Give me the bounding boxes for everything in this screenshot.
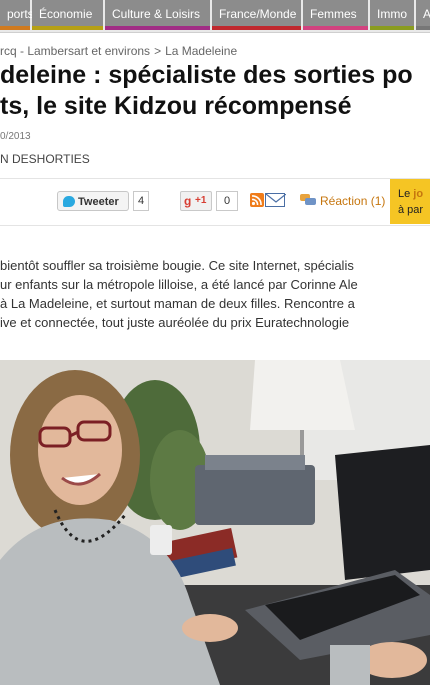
- comment-bubbles-icon: [300, 194, 316, 205]
- share-bar: Tweeter 4 g +1 0 Réaction (1) Le jo à pa…: [0, 178, 430, 226]
- page-title: deleine : spécialiste des sorties po ts,…: [0, 60, 430, 122]
- lead-line-1: bientôt souffler sa troisième bougie. Ce…: [0, 258, 354, 273]
- nav-item-economie[interactable]: Économie: [32, 0, 103, 30]
- tweet-label: Tweeter: [78, 196, 119, 208]
- google-plus-icon: g: [184, 194, 192, 208]
- category-nav: ports Économie Culture & Loisirs France/…: [0, 0, 430, 33]
- gplus-label: +1: [195, 195, 207, 206]
- rss-icon[interactable]: [250, 193, 264, 207]
- promo-line-1: Le: [398, 188, 414, 200]
- breadcrumb-separator: >: [154, 44, 162, 58]
- gplus-count: 0: [216, 191, 238, 211]
- nav-item-france-monde[interactable]: France/Monde: [212, 0, 301, 30]
- lead-line-2: ur enfants sur la métropole lilloise, a …: [0, 277, 358, 292]
- promo-banner[interactable]: Le jo à par: [390, 179, 430, 224]
- breadcrumb-item-lambersart[interactable]: rcq - Lambersart et environs: [0, 44, 150, 58]
- tweet-button[interactable]: Tweeter: [57, 191, 129, 211]
- breadcrumb: rcq - Lambersart et environs > La Madelein…: [0, 44, 237, 58]
- tweet-count: 4: [133, 191, 149, 211]
- nav-item-culture-loisirs[interactable]: Culture & Loisirs: [105, 0, 210, 30]
- article-photo: [0, 360, 430, 685]
- title-line-1: deleine : spécialiste des sorties po: [0, 61, 413, 89]
- nav-item-immo[interactable]: Immo: [370, 0, 414, 30]
- promo-line-2: à par: [398, 204, 424, 216]
- nav-item-sports[interactable]: ports: [0, 0, 34, 30]
- article-lead: bientôt souffler sa troisième bougie. Ce…: [0, 256, 430, 332]
- promo-line-1-bold: jo: [413, 188, 424, 200]
- nav-item-femmes[interactable]: Femmes: [303, 0, 368, 30]
- email-icon[interactable]: [265, 193, 286, 207]
- reaction-link[interactable]: Réaction (1): [320, 194, 385, 208]
- google-plus-button[interactable]: g +1: [180, 191, 212, 211]
- nav-item-more[interactable]: A: [416, 0, 430, 30]
- twitter-bird-icon: [63, 196, 75, 207]
- lead-line-3: à La Madeleine, et surtout maman de deux…: [0, 296, 355, 311]
- breadcrumb-item-la-madeleine[interactable]: La Madeleine: [165, 44, 237, 58]
- publish-date: 0/2013: [0, 131, 31, 142]
- lead-line-4: ive et connectée, tout juste auréolée du…: [0, 315, 350, 330]
- author-name[interactable]: N DESHORTIES: [0, 152, 90, 166]
- title-line-2: ts, le site Kidzou récompensé: [0, 92, 352, 120]
